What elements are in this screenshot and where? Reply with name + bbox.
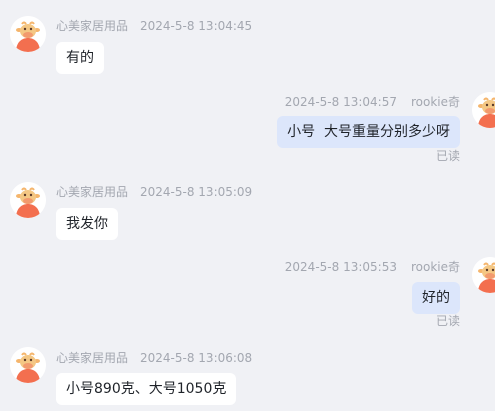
sender-name: 心美家居用品 [56,351,129,365]
cow-avatar-icon[interactable] [10,16,46,52]
message-bubble[interactable]: 我发你 [56,208,118,240]
message-meta: 心美家居用品 2024-5-8 13:06:08 [56,349,252,366]
chat-thread: 心美家居用品 2024-5-8 13:04:45 有的 2024-5-8 13:0… [0,0,495,411]
read-status: 已读 [435,314,460,328]
message-timestamp: 2024-5-8 13:04:57 [284,95,397,109]
message-timestamp: 2024-5-8 13:04:45 [140,19,253,33]
message-meta: 心美家居用品 2024-5-8 13:05:09 [56,183,252,200]
message-timestamp: 2024-5-8 13:05:53 [284,260,397,274]
cow-avatar-icon[interactable] [10,347,46,383]
message-timestamp: 2024-5-8 13:05:09 [140,185,253,199]
sender-name: 心美家居用品 [56,185,129,199]
message-meta: 2024-5-8 13:05:53 rookie奇 [285,258,460,275]
message-meta: 2024-5-8 13:04:57 rookie奇 [285,93,460,110]
sender-name: 心美家居用品 [56,19,129,33]
cow-avatar-icon[interactable] [10,182,46,218]
sender-name: rookie奇 [410,260,460,274]
sender-name: rookie奇 [410,95,460,109]
message-meta: 心美家居用品 2024-5-8 13:04:45 [56,17,252,34]
message-bubble[interactable]: 有的 [56,42,104,74]
message-bubble[interactable]: 小号890克、大号1050克 [56,373,237,405]
message-bubble[interactable]: 小号 大号重量分别多少呀 [277,116,460,148]
message-bubble[interactable]: 好的 [412,282,460,314]
cow-avatar-icon[interactable] [472,92,495,128]
cow-avatar-icon[interactable] [472,257,495,293]
message-timestamp: 2024-5-8 13:06:08 [140,351,253,365]
read-status: 已读 [435,149,460,163]
